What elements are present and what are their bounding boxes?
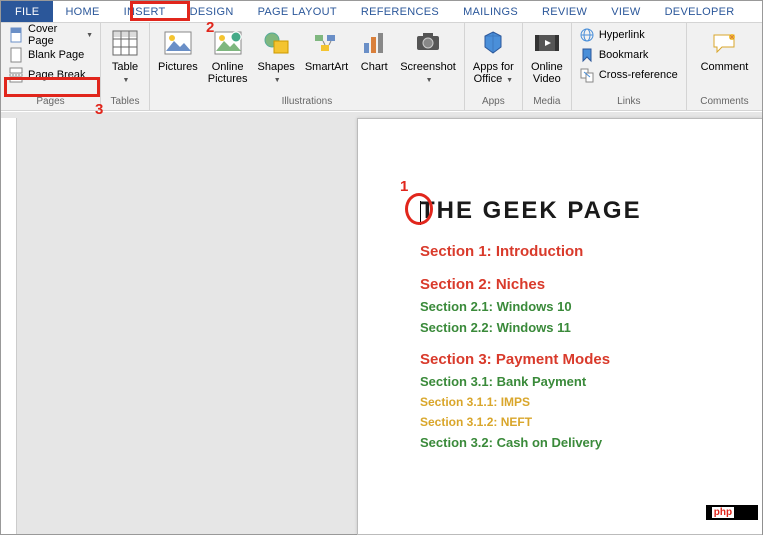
tab-file[interactable]: FILE [1, 1, 53, 22]
pictures-button[interactable]: Pictures [154, 25, 202, 75]
group-label-illustrations: Illustrations [154, 94, 460, 110]
shapes-button[interactable]: Shapes ▼ [254, 25, 299, 89]
document-area: THE GEEK PAGE Section 1: Introduction Sec… [1, 112, 762, 534]
comment-label: Comment [701, 61, 749, 73]
smartart-icon [313, 31, 341, 55]
document-section: Section 3.2: Cash on Delivery [420, 435, 762, 450]
online-pictures-label: Online Pictures [208, 61, 248, 85]
group-links: Hyperlink Bookmark Cross-reference Links [572, 23, 687, 110]
tab-developer[interactable]: DEVELOPER [653, 1, 747, 22]
tab-review[interactable]: REVIEW [530, 1, 599, 22]
vertical-ruler[interactable] [1, 118, 17, 534]
bookmark-button[interactable]: Bookmark [576, 45, 682, 65]
document-section [420, 266, 762, 276]
shapes-label: Shapes [258, 61, 295, 73]
chevron-down-icon: ▼ [123, 77, 130, 84]
document-section: Section 3.1.2: NEFT [420, 415, 762, 429]
apps-icon [479, 29, 507, 57]
document-section: Section 1: Introduction [420, 243, 762, 260]
bookmark-label: Bookmark [599, 49, 649, 61]
chevron-down-icon: ▼ [274, 77, 281, 84]
cross-reference-icon [579, 67, 595, 83]
group-label-apps: Apps [469, 94, 518, 110]
document-section: Section 3: Payment Modes [420, 351, 762, 368]
comment-icon [710, 31, 738, 55]
document-section: Section 2: Niches [420, 276, 762, 293]
cover-page-button[interactable]: Cover Page ▼ [5, 25, 96, 45]
chart-label: Chart [361, 61, 388, 73]
document-section: Section 2.1: Windows 10 [420, 299, 762, 314]
watermark: php [706, 505, 758, 520]
tab-page-layout[interactable]: PAGE LAYOUT [246, 1, 349, 22]
smartart-button[interactable]: SmartArt [301, 25, 352, 75]
apps-for-office-button[interactable]: Apps for Office ▼ [469, 25, 518, 89]
cross-reference-button[interactable]: Cross-reference [576, 65, 682, 85]
cover-page-label: Cover Page [28, 23, 80, 47]
ribbon: Cover Page▼ Blank Page Page Break Pages … [1, 23, 762, 111]
group-media: Online Video Media [523, 23, 572, 110]
tab-references[interactable]: REFERENCES [349, 1, 451, 22]
chevron-down-icon: ▼ [426, 77, 433, 84]
document-section: Section 2.2: Windows 11 [420, 320, 762, 335]
group-pages: Cover Page ▼ Blank Page Page Break Pages [1, 23, 101, 110]
comment-button[interactable]: Comment [697, 25, 753, 75]
group-tables: Table ▼ Tables [101, 23, 150, 110]
page-break-label: Page Break [28, 69, 85, 81]
pictures-label: Pictures [158, 61, 198, 73]
shapes-icon [262, 31, 290, 55]
tab-mailings[interactable]: MAILINGS [451, 1, 530, 22]
document-section: Section 3.1: Bank Payment [420, 374, 762, 389]
hyperlink-icon [579, 27, 595, 43]
table-button[interactable]: Table ▼ [105, 25, 145, 89]
group-apps: Apps for Office ▼ Apps [465, 23, 523, 110]
chart-button[interactable]: Chart [354, 25, 394, 75]
document-section: Section 3.1.1: IMPS [420, 395, 762, 409]
chart-icon [360, 31, 388, 55]
group-label-media: Media [527, 94, 567, 110]
group-label-links: Links [576, 94, 682, 110]
video-label: Online Video [531, 61, 563, 85]
group-illustrations: Pictures Online Pictures Shapes ▼ SmartAr… [150, 23, 465, 110]
tab-design[interactable]: DESIGN [178, 1, 246, 22]
group-label-comments: Comments [691, 94, 758, 110]
screenshot-button[interactable]: Screenshot ▼ [396, 25, 460, 89]
tab-bar: FILE HOME INSERT DESIGN PAGE LAYOUT REFE… [1, 1, 762, 23]
smartart-label: SmartArt [305, 61, 348, 73]
cross-reference-label: Cross-reference [599, 69, 678, 81]
blank-page-label: Blank Page [28, 49, 84, 61]
watermark-logo: php [712, 507, 734, 518]
table-label: Table [112, 61, 138, 73]
bookmark-icon [579, 47, 595, 63]
online-video-button[interactable]: Online Video [527, 25, 567, 87]
screenshot-label: Screenshot [400, 61, 456, 73]
cover-page-icon [8, 27, 24, 43]
group-comments: Comment Comments [687, 23, 762, 110]
screenshot-icon [414, 31, 442, 55]
document-section [420, 341, 762, 351]
page-break-button[interactable]: Page Break [5, 65, 96, 85]
document-page[interactable]: THE GEEK PAGE Section 1: Introduction Sec… [357, 118, 762, 535]
chevron-down-icon: ▼ [86, 32, 93, 39]
page-break-icon [8, 67, 24, 83]
tab-insert[interactable]: INSERT [112, 1, 178, 22]
blank-page-button[interactable]: Blank Page [5, 45, 96, 65]
online-pictures-icon [214, 31, 242, 55]
video-icon [533, 31, 561, 55]
pictures-icon [164, 31, 192, 55]
document-title: THE GEEK PAGE [420, 197, 762, 225]
tab-view[interactable]: VIEW [599, 1, 652, 22]
hyperlink-label: Hyperlink [599, 29, 645, 41]
hyperlink-button[interactable]: Hyperlink [576, 25, 682, 45]
online-pictures-button[interactable]: Online Pictures [204, 25, 252, 87]
table-icon [111, 29, 139, 57]
blank-page-icon [8, 47, 24, 63]
group-label-pages: Pages [5, 94, 96, 110]
group-label-tables: Tables [105, 94, 145, 110]
tab-home[interactable]: HOME [53, 1, 111, 22]
chevron-down-icon: ▼ [504, 77, 513, 84]
